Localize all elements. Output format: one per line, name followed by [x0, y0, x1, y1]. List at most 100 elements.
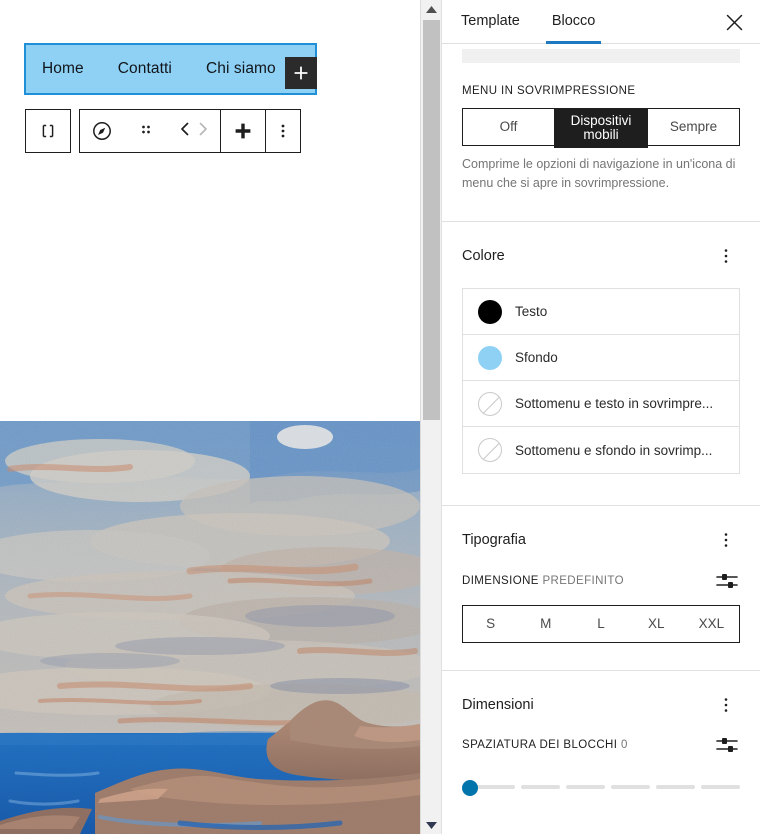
block-type-group	[25, 109, 71, 153]
move-down-button[interactable]	[195, 120, 211, 143]
font-size-section: Dimensione Predefinito S M L XL XXL	[442, 568, 760, 643]
color-panel-title: Colore	[462, 248, 505, 264]
color-panel-options-button[interactable]	[712, 242, 740, 270]
drag-handle-button[interactable]	[124, 110, 168, 152]
color-row-submenu-background[interactable]: Sottomenu e sfondo in sovrimp...	[463, 427, 739, 473]
dimensions-panel-title: Dimensioni	[462, 697, 534, 713]
more-vertical-icon	[724, 698, 728, 712]
font-size-segmented-control[interactable]: S M L XL XXL	[462, 605, 740, 643]
slider-segment	[701, 785, 740, 789]
scrollbar-thumb[interactable]	[423, 20, 440, 420]
font-size-option-xxl[interactable]: XXL	[684, 606, 739, 642]
color-row-text[interactable]: Testo	[463, 289, 739, 335]
scrolled-control-placeholder	[462, 49, 740, 63]
typography-panel-title: Tipografia	[462, 532, 526, 548]
overlay-menu-help-text: Comprime le opzioni di navigazione in un…	[462, 157, 736, 190]
block-spacing-section: Spaziatura dei blocchi 0	[442, 732, 760, 796]
font-size-label: Dimensione Predefinito	[462, 575, 624, 587]
caret-down-icon	[426, 821, 437, 829]
text-color-swatch[interactable]	[478, 299, 502, 324]
editor-root: Home Contatti Chi siamo Template Blocco …	[0, 0, 760, 834]
nav-link-home[interactable]: Home	[42, 60, 84, 78]
close-icon	[726, 14, 742, 30]
slider-segment	[611, 785, 650, 789]
tab-blocco[interactable]: Blocco	[536, 0, 612, 44]
sidebar-tabs: Template Blocco	[442, 0, 760, 44]
scrollbar-up-button[interactable]	[421, 0, 442, 18]
chevron-left-icon	[181, 122, 189, 135]
canvas-scrollbar[interactable]	[420, 0, 441, 834]
block-spacing-slider[interactable]	[462, 780, 740, 796]
color-row-label: Testo	[515, 304, 548, 319]
font-size-label-text: Dimensione	[462, 575, 539, 587]
overlay-menu-segmented-control[interactable]: Off Dispositivi mobili Sempre	[462, 108, 740, 148]
block-spacing-value: 0	[620, 739, 628, 751]
font-size-custom-button[interactable]	[714, 568, 740, 594]
seascape-painting-icon	[0, 421, 420, 834]
slider-thumb[interactable]	[462, 780, 478, 796]
tune-icon	[716, 738, 738, 752]
slider-segment	[521, 785, 560, 789]
color-row-label: Sottomenu e testo in sovrimpre...	[515, 396, 714, 411]
color-options-list: Testo Sfondo Sottomenu e testo in sovrim…	[462, 288, 740, 474]
close-sidebar-button[interactable]	[718, 6, 750, 38]
more-options-button[interactable]	[266, 110, 300, 152]
editor-canvas: Home Contatti Chi siamo	[0, 0, 420, 834]
drag-handle-icon	[142, 125, 150, 134]
more-vertical-icon	[724, 533, 728, 547]
settings-sidebar: Template Blocco Menu in sovrimpressione …	[441, 0, 760, 834]
color-row-label: Sfondo	[515, 350, 558, 365]
block-type-button[interactable]	[26, 110, 70, 152]
more-vertical-icon	[281, 124, 285, 138]
overlay-option-always[interactable]: Sempre	[648, 109, 739, 145]
font-size-option-s[interactable]: S	[463, 606, 518, 642]
color-row-label: Sottomenu e sfondo in sovrimp...	[515, 442, 713, 458]
move-up-button[interactable]	[177, 120, 193, 143]
tab-template[interactable]: Template	[442, 0, 536, 43]
nav-link-chi-siamo[interactable]: Chi siamo	[206, 60, 276, 78]
block-mover-group	[168, 110, 220, 152]
block-spacing-label-text: Spaziatura dei blocchi	[462, 739, 618, 751]
font-size-option-l[interactable]: L	[573, 606, 628, 642]
block-settings-button[interactable]	[80, 110, 124, 152]
font-size-option-xl[interactable]: XL	[629, 606, 684, 642]
font-size-option-m[interactable]: M	[518, 606, 573, 642]
overlay-option-mobile[interactable]: Dispositivi mobili	[554, 108, 648, 148]
caret-up-icon	[426, 5, 437, 13]
justify-items-icon	[42, 124, 54, 138]
tune-icon	[716, 574, 738, 588]
overlay-option-off[interactable]: Off	[463, 109, 554, 145]
block-spacing-custom-button[interactable]	[714, 732, 740, 758]
cover-image[interactable]	[0, 421, 420, 834]
background-color-swatch[interactable]	[478, 345, 502, 370]
overlay-menu-label: Menu in sovrimpressione	[462, 85, 636, 97]
typography-panel-options-button[interactable]	[712, 526, 740, 554]
color-panel-header: Colore	[442, 222, 760, 270]
block-spacing-label: Spaziatura dei blocchi 0	[462, 739, 628, 751]
slider-segment	[656, 785, 695, 789]
color-row-submenu-text[interactable]: Sottomenu e testo in sovrimpre...	[463, 381, 739, 427]
overlay-menu-section: Menu in sovrimpressione Off Dispositivi …	[442, 85, 760, 193]
chevron-right-icon	[199, 122, 207, 135]
slider-track	[476, 785, 740, 789]
navigation-block[interactable]: Home Contatti Chi siamo	[24, 43, 317, 95]
plus-icon	[294, 66, 308, 80]
block-controls-group	[79, 109, 301, 153]
block-appender-button[interactable]	[285, 57, 317, 89]
block-toolbar	[25, 109, 301, 153]
dimensions-panel-options-button[interactable]	[712, 691, 740, 719]
navigation-links: Home Contatti Chi siamo	[42, 60, 276, 78]
color-row-background[interactable]: Sfondo	[463, 335, 739, 381]
typography-panel-header: Tipografia	[442, 506, 760, 554]
navigation-block-icon	[93, 122, 111, 140]
slider-segment	[566, 785, 605, 789]
more-vertical-icon	[724, 249, 728, 263]
submenu-background-color-swatch[interactable]	[478, 438, 502, 462]
dimensions-panel-header: Dimensioni	[442, 671, 760, 719]
submenu-text-color-swatch[interactable]	[478, 391, 502, 416]
font-size-value: Predefinito	[542, 575, 624, 587]
scrollbar-down-button[interactable]	[421, 816, 442, 834]
nav-link-contatti[interactable]: Contatti	[118, 60, 172, 78]
add-block-button[interactable]	[221, 110, 265, 152]
plus-icon	[235, 123, 251, 139]
